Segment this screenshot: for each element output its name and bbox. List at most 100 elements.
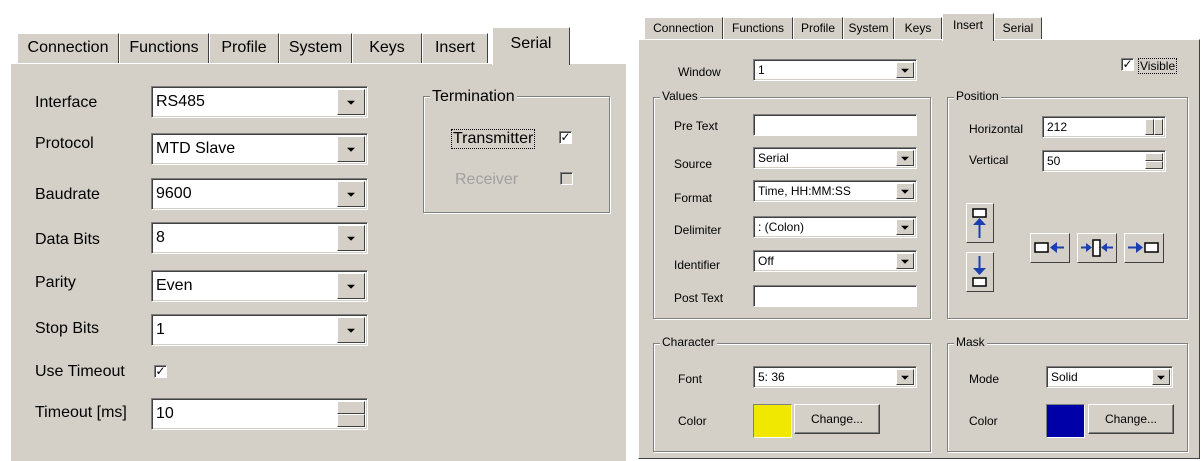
baudrate-value: 9600 xyxy=(156,185,192,202)
delimiter-select[interactable]: : (Colon) xyxy=(753,216,917,238)
mode-select[interactable]: Solid xyxy=(1046,366,1173,388)
parity-select[interactable]: Even xyxy=(151,270,368,302)
chevron-down-icon[interactable] xyxy=(1152,369,1170,385)
align-right-arrow-icon xyxy=(1128,242,1159,253)
chevron-down-icon[interactable] xyxy=(337,225,365,251)
mode-label: Mode xyxy=(969,372,1000,386)
chevron-down-icon[interactable] xyxy=(337,317,365,343)
delimiter-label: Delimiter xyxy=(674,223,722,237)
visible-checkbox[interactable]: ✓ xyxy=(1121,58,1134,71)
protocol-value: MTD Slave xyxy=(156,140,236,157)
tab-serial[interactable]: Serial xyxy=(994,17,1042,39)
align-center-icon xyxy=(1081,239,1113,257)
vertical-label: Vertical xyxy=(969,153,1009,167)
vertical-value: 50 xyxy=(1047,154,1061,168)
chevron-down-icon[interactable] xyxy=(896,253,914,269)
spin-up-icon[interactable] xyxy=(337,401,365,414)
spin-right-icon[interactable] xyxy=(1154,119,1163,135)
align-bottom-icon xyxy=(972,256,987,287)
tab-connection[interactable]: Connection xyxy=(17,33,119,63)
stop-bits-select[interactable]: 1 xyxy=(151,314,368,346)
values-title: Values xyxy=(660,89,700,103)
tab-profile[interactable]: Profile xyxy=(209,33,279,63)
interface-label: Interface xyxy=(35,94,98,111)
transmitter-label: Transmitter xyxy=(451,129,536,149)
identifier-select[interactable]: Off xyxy=(753,250,917,272)
pre-text-input[interactable] xyxy=(753,114,917,136)
stop-bits-value: 1 xyxy=(156,321,165,338)
parity-value: Even xyxy=(156,277,193,294)
window-select[interactable]: 1 xyxy=(753,59,917,81)
align-bottom-button[interactable] xyxy=(966,252,994,292)
timeout-stepper[interactable]: 10 xyxy=(151,398,368,430)
chevron-down-icon[interactable] xyxy=(337,181,365,207)
tab-keys[interactable]: Keys xyxy=(894,17,942,39)
receiver-checkbox[interactable] xyxy=(560,172,573,185)
chevron-down-icon[interactable] xyxy=(337,273,365,299)
baudrate-label: Baudrate xyxy=(35,186,100,203)
format-select[interactable]: Time, HH:MM:SS xyxy=(753,180,917,202)
spin-down-icon[interactable] xyxy=(1145,161,1163,169)
tab-system[interactable]: System xyxy=(279,33,352,63)
receiver-label: Receiver xyxy=(455,171,519,188)
use-timeout-checkbox[interactable]: ✓ xyxy=(154,365,167,378)
align-top-icon xyxy=(972,208,987,238)
align-left-button[interactable] xyxy=(1124,233,1164,263)
transmitter-checkbox[interactable]: ✓ xyxy=(559,131,572,144)
timeout-label: Timeout [ms] xyxy=(35,404,127,421)
spin-down-icon[interactable] xyxy=(337,414,365,427)
data-bits-value: 8 xyxy=(156,229,165,246)
align-center-button[interactable] xyxy=(1077,233,1117,263)
tab-insert[interactable]: Insert xyxy=(422,33,488,63)
mask-change-button[interactable]: Change... xyxy=(1088,404,1174,434)
font-select[interactable]: 5: 36 xyxy=(753,366,917,388)
window-label: Window xyxy=(678,65,721,79)
tab-serial[interactable]: Serial xyxy=(492,27,570,65)
post-text-input[interactable] xyxy=(753,285,917,307)
chevron-down-icon[interactable] xyxy=(896,183,914,199)
mode-value: Solid xyxy=(1051,370,1078,384)
chevron-down-icon[interactable] xyxy=(896,62,914,78)
termination-title: Termination xyxy=(430,88,517,106)
chevron-down-icon[interactable] xyxy=(896,150,914,166)
font-label: Font xyxy=(678,372,703,386)
character-change-button[interactable]: Change... xyxy=(794,404,880,434)
window-value: 1 xyxy=(758,63,765,77)
source-select[interactable]: Serial xyxy=(753,147,917,169)
horizontal-value: 212 xyxy=(1047,120,1068,134)
delimiter-value: : (Colon) xyxy=(758,220,805,234)
align-right-button[interactable] xyxy=(1030,233,1070,263)
character-group: Character xyxy=(653,335,931,452)
character-title: Character xyxy=(660,335,717,349)
stop-bits-label: Stop Bits xyxy=(35,320,100,337)
tab-keys[interactable]: Keys xyxy=(352,33,422,63)
baudrate-select[interactable]: 9600 xyxy=(151,178,368,210)
chevron-down-icon[interactable] xyxy=(896,369,914,385)
align-left-arrow-icon xyxy=(1034,242,1064,253)
align-top-button[interactable] xyxy=(966,203,994,243)
tab-functions[interactable]: Functions xyxy=(119,33,209,63)
use-timeout-label: Use Timeout xyxy=(35,363,125,380)
chevron-down-icon[interactable] xyxy=(896,219,914,235)
tab-profile[interactable]: Profile xyxy=(793,17,843,39)
visible-label: Visible xyxy=(1138,58,1178,74)
termination-group: Termination xyxy=(423,88,610,213)
interface-select[interactable]: RS485 xyxy=(151,86,368,118)
protocol-select[interactable]: MTD Slave xyxy=(151,133,368,165)
horizontal-stepper[interactable]: 212 xyxy=(1042,116,1166,138)
font-value: 5: 36 xyxy=(758,370,785,384)
chevron-down-icon[interactable] xyxy=(337,89,365,115)
data-bits-select[interactable]: 8 xyxy=(151,222,368,254)
tab-insert[interactable]: Insert xyxy=(942,13,994,41)
chevron-down-icon[interactable] xyxy=(337,136,365,162)
tab-functions[interactable]: Functions xyxy=(723,17,793,39)
identifier-value: Off xyxy=(758,254,774,268)
spin-up-icon[interactable] xyxy=(1145,153,1163,161)
format-value: Time, HH:MM:SS xyxy=(758,184,851,198)
tab-connection[interactable]: Connection xyxy=(644,17,723,39)
interface-value: RS485 xyxy=(156,93,205,110)
mask-color-swatch xyxy=(1046,404,1085,438)
tab-system[interactable]: System xyxy=(843,17,894,39)
vertical-stepper[interactable]: 50 xyxy=(1042,150,1166,172)
spin-left-icon[interactable] xyxy=(1145,119,1154,135)
